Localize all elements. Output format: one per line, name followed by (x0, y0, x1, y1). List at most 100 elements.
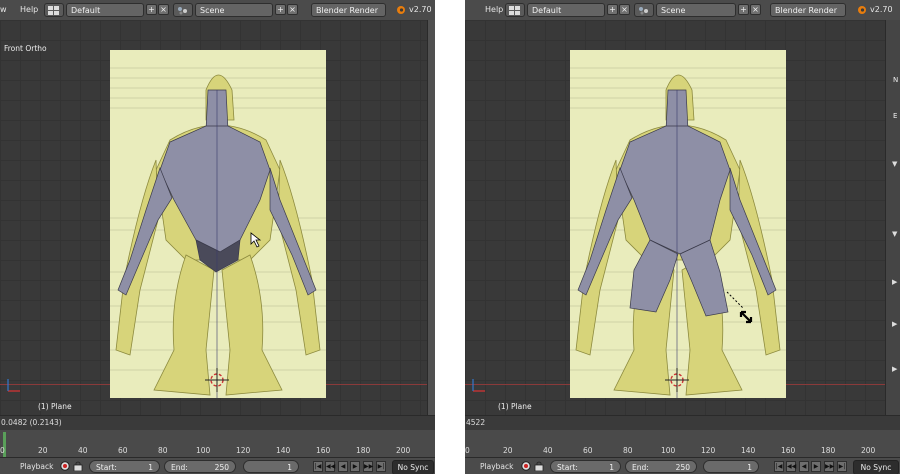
add-layout-icon[interactable]: + (146, 4, 157, 15)
sync-mode-dropdown[interactable]: No Sync (392, 460, 434, 474)
properties-sidebar-edge[interactable] (427, 20, 435, 415)
panel-expand-icon[interactable]: ▶ (892, 365, 897, 373)
left-blender-window: w Help Default + × Scene + × Blender Ren… (0, 0, 435, 474)
record-icon[interactable] (60, 461, 70, 471)
close-scene-icon[interactable]: × (287, 4, 298, 15)
properties-sidebar[interactable]: N E ▼ ▼ ▶ ▶ ▶ (885, 20, 900, 415)
3d-cursor-icon[interactable] (205, 368, 229, 392)
jump-end-icon[interactable]: ▶| (376, 461, 386, 472)
tick-label: 120 (701, 446, 716, 455)
screen-layout-icon[interactable] (44, 3, 64, 17)
playback-menu[interactable]: Playback (480, 460, 513, 473)
screen-layout-icon[interactable] (505, 3, 525, 17)
tick-label: 200 (861, 446, 876, 455)
status-readout: 0.0482 (0.2143) (1, 418, 62, 427)
tick-label: 80 (623, 446, 633, 455)
panel-collapse-icon[interactable]: ▼ (892, 230, 897, 238)
end-frame-label: End: (171, 463, 188, 472)
status-readout: 4522 (466, 418, 486, 427)
info-header: w Help Default + × Scene + × Blender Ren… (0, 0, 435, 21)
jump-end-icon[interactable]: ▶| (837, 461, 847, 472)
scene-icon[interactable] (173, 3, 193, 17)
sidebar-label: N (893, 76, 899, 84)
tick-label: 80 (158, 446, 168, 455)
lock-icon[interactable] (534, 461, 544, 471)
mouse-cursor-icon (250, 232, 262, 248)
3d-viewport[interactable]: (1) Plane (465, 20, 885, 415)
close-layout-icon[interactable]: × (619, 4, 630, 15)
render-engine-dropdown[interactable]: Blender Render (311, 3, 386, 17)
prev-keyframe-icon[interactable]: ◀◀ (786, 461, 796, 472)
menu-item-window[interactable]: w (0, 3, 7, 17)
tick-label: 160 (316, 446, 331, 455)
menu-item-help[interactable]: Help (20, 3, 38, 17)
tick-label: 0 (465, 446, 470, 455)
timeline-editor[interactable]: 4522 0 20 40 60 80 100 120 140 160 180 2… (465, 415, 900, 458)
current-frame-value: 1 (747, 463, 752, 472)
timeline-status-row: 4522 (465, 416, 900, 430)
tick-label: 140 (741, 446, 756, 455)
menu-item-help[interactable]: Help (485, 3, 503, 17)
start-frame-field[interactable]: Start: 1 (89, 460, 160, 473)
axis-gizmo-icon (472, 379, 485, 392)
tick-label: 40 (78, 446, 88, 455)
record-icon[interactable] (521, 461, 531, 471)
play-reverse-icon[interactable]: ◀ (338, 461, 348, 472)
play-icon[interactable]: ▶ (811, 461, 821, 472)
tick-label: 60 (118, 446, 128, 455)
screen-layout-field[interactable]: Default (66, 3, 144, 17)
render-engine-dropdown[interactable]: Blender Render (770, 3, 846, 17)
end-frame-field[interactable]: End: 250 (625, 460, 697, 473)
playback-menu[interactable]: Playback (20, 460, 53, 473)
panel-expand-icon[interactable]: ▶ (892, 278, 897, 286)
timeline-header: Playback Start: 1 End: 250 1 |◀ ◀◀ ◀ ▶ ▶… (465, 457, 900, 474)
add-layout-icon[interactable]: + (607, 4, 618, 15)
scene-icon[interactable] (634, 3, 654, 17)
current-frame-field[interactable]: 1 (243, 460, 299, 473)
jump-start-icon[interactable]: |◀ (774, 461, 784, 472)
version-label: v2.70 (409, 5, 432, 14)
view-label: Front Ortho (4, 44, 47, 53)
current-frame-field[interactable]: 1 (703, 460, 759, 473)
prev-keyframe-icon[interactable]: ◀◀ (325, 461, 335, 472)
panel-expand-icon[interactable]: ▶ (892, 320, 897, 328)
screen-layout-field[interactable]: Default (527, 3, 605, 17)
start-frame-value: 1 (148, 463, 153, 472)
timeline-editor[interactable]: 0.0482 (0.2143) 0 20 40 60 80 100 120 14… (0, 415, 435, 458)
tick-label: 0 (0, 446, 5, 455)
tick-label: 180 (356, 446, 371, 455)
timeline-header: Playback Start: 1 End: 250 1 |◀ ◀◀ ◀ ▶ ▶… (0, 457, 435, 474)
play-icon[interactable]: ▶ (350, 461, 360, 472)
timeline-status-row: 0.0482 (0.2143) (0, 416, 435, 430)
add-scene-icon[interactable]: + (275, 4, 286, 15)
object-label: (1) Plane (498, 402, 532, 411)
tick-label: 40 (543, 446, 553, 455)
next-keyframe-icon[interactable]: ▶▶ (824, 461, 834, 472)
close-scene-icon[interactable]: × (750, 4, 761, 15)
3d-viewport[interactable]: Front Ortho (1) Plane (0, 20, 428, 415)
axis-gizmo-icon (7, 379, 20, 392)
scene-field[interactable]: Scene (656, 3, 736, 17)
sync-mode-dropdown[interactable]: No Sync (853, 460, 899, 474)
add-scene-icon[interactable]: + (738, 4, 749, 15)
timeline-ruler[interactable]: 0 20 40 60 80 100 120 140 160 180 200 (465, 430, 900, 458)
mesh-overlay (577, 89, 777, 398)
close-layout-icon[interactable]: × (158, 4, 169, 15)
3d-cursor-icon[interactable] (665, 368, 689, 392)
lock-icon[interactable] (73, 461, 83, 471)
play-reverse-icon[interactable]: ◀ (799, 461, 809, 472)
start-frame-field[interactable]: Start: 1 (550, 460, 621, 473)
scene-field[interactable]: Scene (195, 3, 273, 17)
mesh-overlay (117, 89, 317, 398)
next-keyframe-icon[interactable]: ▶▶ (363, 461, 373, 472)
current-frame-value: 1 (287, 463, 292, 472)
panel-collapse-icon[interactable]: ▼ (892, 160, 897, 168)
tick-label: 20 (503, 446, 513, 455)
end-frame-label: End: (632, 463, 649, 472)
object-label: (1) Plane (38, 402, 72, 411)
right-blender-window: Help Default + × Scene + × Blender Rende… (465, 0, 900, 474)
blender-logo-icon (397, 6, 405, 14)
end-frame-field[interactable]: End: 250 (164, 460, 236, 473)
timeline-ruler[interactable]: 0 20 40 60 80 100 120 140 160 180 200 (0, 430, 435, 458)
jump-start-icon[interactable]: |◀ (313, 461, 323, 472)
